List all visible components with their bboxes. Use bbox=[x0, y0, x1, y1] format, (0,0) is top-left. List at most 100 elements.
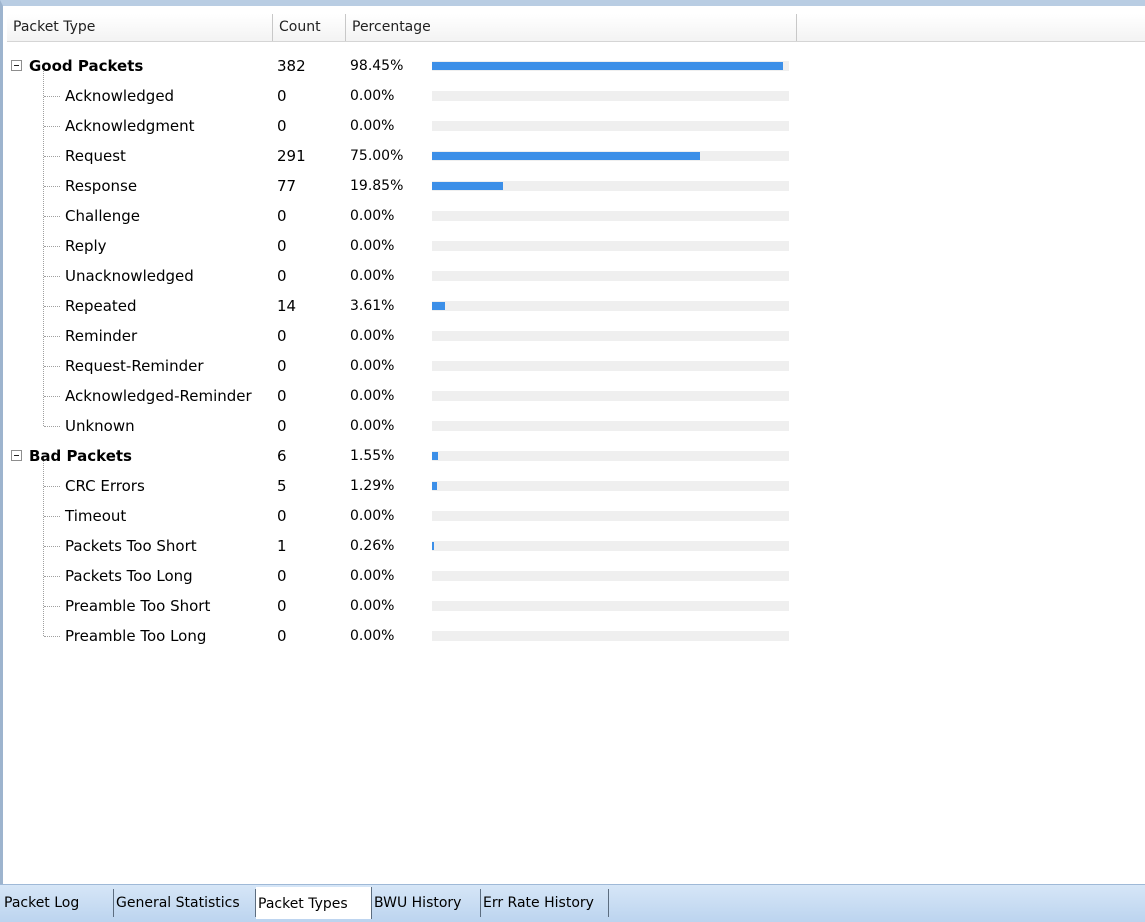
tree-item-row[interactable]: Reminder 0 0.00% bbox=[7, 321, 1145, 351]
item-count: 0 bbox=[277, 597, 287, 615]
tab-packet-types[interactable]: Packet Types bbox=[256, 887, 372, 919]
item-label: Reminder bbox=[65, 327, 138, 345]
percentage-bar-fill bbox=[432, 302, 445, 310]
tree-connector bbox=[44, 156, 60, 157]
item-label: Timeout bbox=[65, 507, 127, 525]
percentage-bar-track bbox=[432, 421, 789, 431]
item-count: 5 bbox=[277, 477, 287, 495]
tree-connector bbox=[44, 96, 60, 97]
percentage-bar-track bbox=[432, 601, 789, 611]
percentage-bar-track bbox=[432, 211, 789, 221]
tab-general-statistics[interactable]: General Statistics bbox=[114, 889, 256, 917]
item-label: Packets Too Long bbox=[65, 567, 193, 585]
tree-item-row[interactable]: Reply 0 0.00% bbox=[7, 231, 1145, 261]
tree-item-row[interactable]: Packets Too Short 1 0.26% bbox=[7, 531, 1145, 561]
tree-connector bbox=[44, 576, 60, 577]
tree-connector bbox=[44, 486, 60, 487]
tree-connector bbox=[44, 516, 60, 517]
tree-connector bbox=[44, 306, 60, 307]
tree-item-row[interactable]: Acknowledged-Reminder 0 0.00% bbox=[7, 381, 1145, 411]
tree-guide-line bbox=[43, 71, 44, 426]
item-label: Request bbox=[65, 147, 126, 165]
tree-item-row[interactable]: Challenge 0 0.00% bbox=[7, 201, 1145, 231]
percentage-bar-track bbox=[432, 451, 789, 461]
tree-item-row[interactable]: Repeated 14 3.61% bbox=[7, 291, 1145, 321]
tab-err-rate-history[interactable]: Err Rate History bbox=[481, 889, 609, 917]
item-count: 77 bbox=[277, 177, 297, 195]
tree-group-row[interactable]: Bad Packets 6 1.55% bbox=[7, 441, 1145, 471]
percentage-bar-fill bbox=[432, 482, 437, 490]
percentage-bar-track bbox=[432, 181, 789, 191]
tab-packet-log[interactable]: Packet Log bbox=[2, 889, 114, 917]
tree-connector bbox=[44, 546, 60, 547]
item-percentage: 19.85% bbox=[350, 178, 404, 194]
column-header-count[interactable]: Count bbox=[273, 14, 346, 41]
tree-item-row[interactable]: Request-Reminder 0 0.00% bbox=[7, 351, 1145, 381]
tree-item-row[interactable]: Timeout 0 0.00% bbox=[7, 501, 1145, 531]
tree-connector bbox=[44, 396, 60, 397]
tree-item-row[interactable]: Response 77 19.85% bbox=[7, 171, 1145, 201]
column-header: Packet Type Count Percentage bbox=[7, 14, 1145, 42]
collapse-toggle-icon[interactable] bbox=[11, 450, 22, 461]
percentage-bar-track bbox=[432, 301, 789, 311]
tree-connector bbox=[44, 336, 60, 337]
column-header-percentage[interactable]: Percentage bbox=[346, 14, 797, 41]
packet-types-panel: Packet Type Count Percentage Good Packet… bbox=[0, 0, 1145, 884]
tree-item-row[interactable]: Unknown 0 0.00% bbox=[7, 411, 1145, 441]
tab-bwu-history[interactable]: BWU History bbox=[372, 889, 481, 917]
tree-item-row[interactable]: Unacknowledged 0 0.00% bbox=[7, 261, 1145, 291]
tree-group-row[interactable]: Good Packets 382 98.45% bbox=[7, 51, 1145, 81]
item-count: 291 bbox=[277, 147, 306, 165]
item-percentage: 0.00% bbox=[350, 508, 395, 524]
percentage-bar-fill bbox=[432, 542, 434, 550]
item-percentage: 0.00% bbox=[350, 358, 395, 374]
item-label: Response bbox=[65, 177, 138, 195]
item-count: 1 bbox=[277, 537, 287, 555]
item-count: 0 bbox=[277, 207, 287, 225]
tree-connector bbox=[44, 366, 60, 367]
item-percentage: 0.00% bbox=[350, 418, 395, 434]
tree-item-row[interactable]: Preamble Too Short 0 0.00% bbox=[7, 591, 1145, 621]
group-percentage: 98.45% bbox=[350, 58, 404, 74]
tree-item-row[interactable]: Acknowledged 0 0.00% bbox=[7, 81, 1145, 111]
tree-connector bbox=[44, 426, 60, 427]
percentage-bar-track bbox=[432, 91, 789, 101]
item-count: 0 bbox=[277, 87, 287, 105]
item-label: Reply bbox=[65, 237, 107, 255]
item-label: Acknowledgment bbox=[65, 117, 195, 135]
item-label: Packets Too Short bbox=[65, 537, 197, 555]
tree-connector bbox=[44, 606, 60, 607]
item-label: Unknown bbox=[65, 417, 135, 435]
item-percentage: 0.00% bbox=[350, 568, 395, 584]
item-count: 0 bbox=[277, 357, 287, 375]
bottom-tab-bar: Packet Log General Statistics Packet Types… bbox=[0, 884, 1145, 922]
tree-item-row[interactable]: Packets Too Long 0 0.00% bbox=[7, 561, 1145, 591]
column-header-packet-type[interactable]: Packet Type bbox=[7, 14, 273, 41]
percentage-bar-fill bbox=[432, 62, 783, 70]
tree-item-row[interactable]: Acknowledgment 0 0.00% bbox=[7, 111, 1145, 141]
percentage-bar-track bbox=[432, 631, 789, 641]
collapse-toggle-icon[interactable] bbox=[11, 60, 22, 71]
item-count: 0 bbox=[277, 387, 287, 405]
item-percentage: 1.29% bbox=[350, 478, 395, 494]
item-count: 0 bbox=[277, 327, 287, 345]
item-percentage: 0.00% bbox=[350, 88, 395, 104]
item-count: 0 bbox=[277, 567, 287, 585]
item-label: Challenge bbox=[65, 207, 140, 225]
tree-item-row[interactable]: CRC Errors 5 1.29% bbox=[7, 471, 1145, 501]
group-percentage: 1.55% bbox=[350, 448, 395, 464]
item-percentage: 0.26% bbox=[350, 538, 395, 554]
percentage-bar-fill bbox=[432, 182, 503, 190]
tree-item-row[interactable]: Request 291 75.00% bbox=[7, 141, 1145, 171]
group-count: 6 bbox=[277, 447, 287, 465]
item-count: 0 bbox=[277, 417, 287, 435]
item-percentage: 0.00% bbox=[350, 598, 395, 614]
percentage-bar-track bbox=[432, 331, 789, 341]
percentage-bar-track bbox=[432, 391, 789, 401]
item-count: 0 bbox=[277, 507, 287, 525]
tree-item-row[interactable]: Preamble Too Long 0 0.00% bbox=[7, 621, 1145, 651]
group-label: Good Packets bbox=[29, 57, 144, 75]
item-count: 0 bbox=[277, 117, 287, 135]
percentage-bar-track bbox=[432, 481, 789, 491]
percentage-bar-track bbox=[432, 241, 789, 251]
